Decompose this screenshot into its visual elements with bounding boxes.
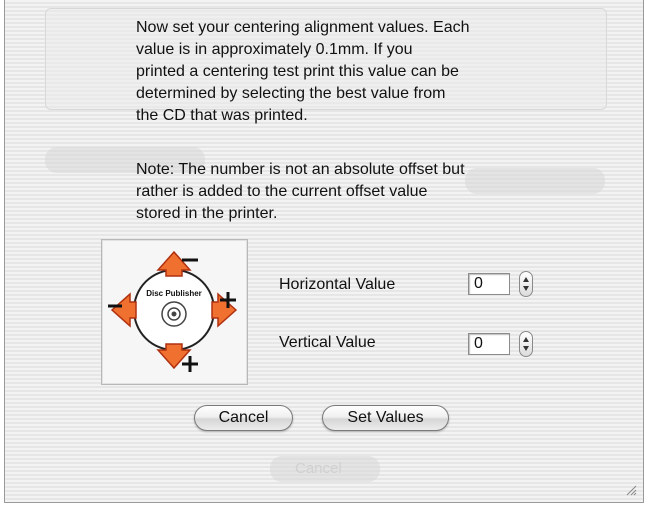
vertical-stepper[interactable] (519, 331, 533, 357)
stepper-down-arrow-icon[interactable] (523, 286, 529, 291)
background-cancel-label: Cancel (295, 460, 342, 477)
horizontal-value-field[interactable]: 0 (468, 273, 510, 295)
instruction-text: Now set your centering alignment values.… (136, 19, 470, 124)
note-text: Note: The number is not an absolute offs… (136, 161, 465, 222)
stepper-up-arrow-icon[interactable] (523, 337, 529, 342)
horizontal-stepper[interactable] (519, 271, 533, 297)
cancel-button[interactable]: Cancel (194, 405, 293, 431)
stepper-up-arrow-icon[interactable] (523, 277, 529, 282)
cd-alignment-image: Disc Publisher (101, 239, 248, 385)
dialog-window: Cancel Now set your centering alignment … (4, 0, 644, 503)
stepper-down-arrow-icon[interactable] (523, 346, 529, 351)
vertical-value-label: Vertical Value (279, 334, 376, 351)
vertical-value-field[interactable]: 0 (468, 333, 510, 355)
disc-label: Disc Publisher (146, 289, 202, 298)
set-values-button[interactable]: Set Values (322, 405, 449, 431)
resize-grip-icon[interactable] (625, 484, 637, 496)
horizontal-value-label: Horizontal Value (279, 276, 396, 293)
cd-alignment-arrows-icon: Disc Publisher (108, 250, 238, 372)
